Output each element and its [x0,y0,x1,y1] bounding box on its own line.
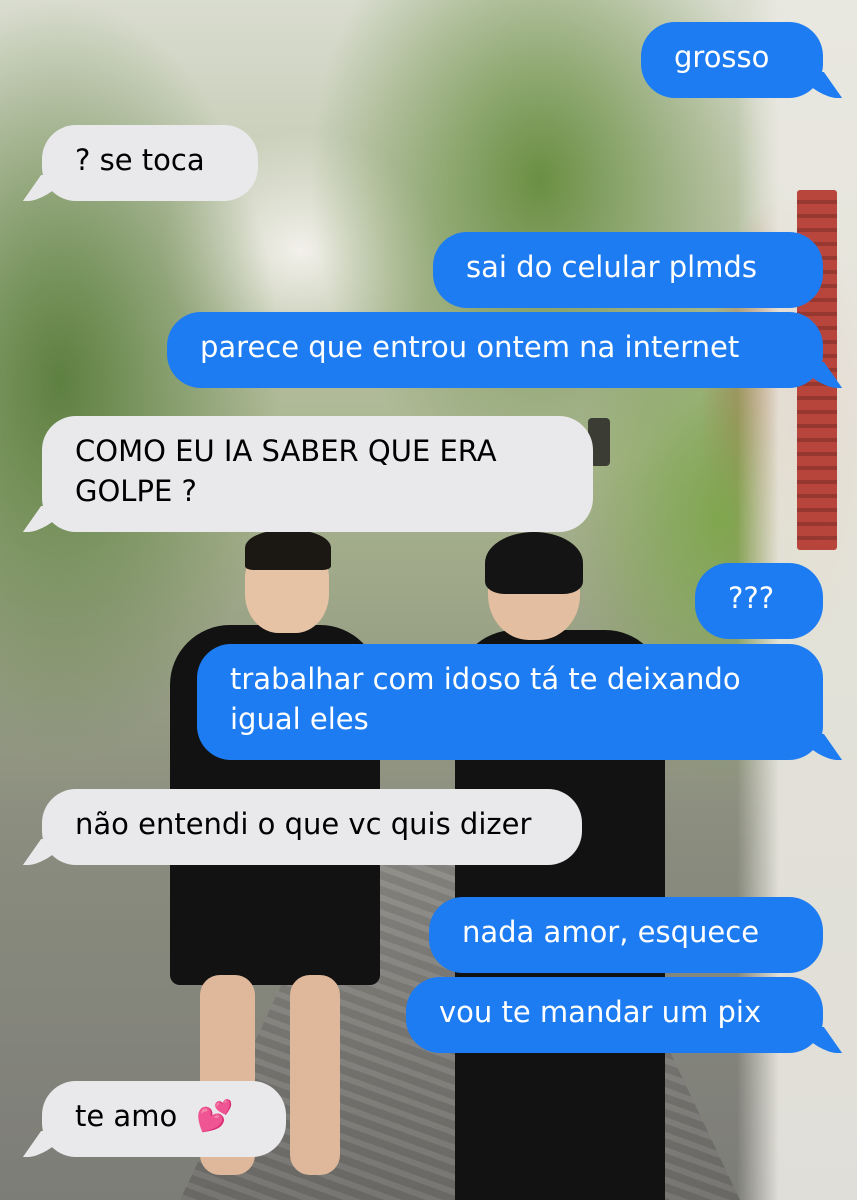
message-text: trabalhar com idoso tá te deixando igual… [230,662,741,736]
message-bubble-received[interactable]: ? se toca [22,125,258,201]
message-text: vou te mandar um pix [439,995,762,1029]
message-bubble-received[interactable]: COMO EU IA SABER QUE ERA GOLPE ? [22,416,593,532]
message-text: ??? [728,581,775,615]
message-text: não entendi o que vc quis dizer [75,807,532,841]
message-bubble-sent[interactable]: nada amor, esquece [429,897,823,973]
message-bubble-received[interactable]: te amo 💕 [22,1081,286,1157]
message-text: COMO EU IA SABER QUE ERA GOLPE ? [75,434,497,508]
message-text: parece que entrou ontem na internet [200,330,740,364]
message-text: grosso [674,40,770,74]
message-bubble-sent[interactable]: vou te mandar um pix [406,977,843,1053]
message-text: sai do celular plmds [466,250,757,284]
person-left-leg [290,975,340,1175]
message-text: nada amor, esquece [462,915,760,949]
message-text: ? se toca [75,143,205,177]
message-bubble-sent[interactable]: sai do celular plmds [433,232,823,308]
message-bubble-sent[interactable]: ??? [695,563,823,639]
message-text: te amo [75,1099,178,1133]
two-hearts-icon: 💕 [196,1099,234,1134]
message-bubble-received[interactable]: não entendi o que vc quis dizer [22,789,582,865]
message-bubble-sent[interactable]: grosso [641,22,843,98]
message-bubble-sent[interactable]: parece que entrou ontem na internet [167,312,843,388]
person-left-hair [245,530,331,570]
person-right-beanie [485,532,583,594]
message-bubble-sent[interactable]: trabalhar com idoso tá te deixando igual… [197,644,843,760]
